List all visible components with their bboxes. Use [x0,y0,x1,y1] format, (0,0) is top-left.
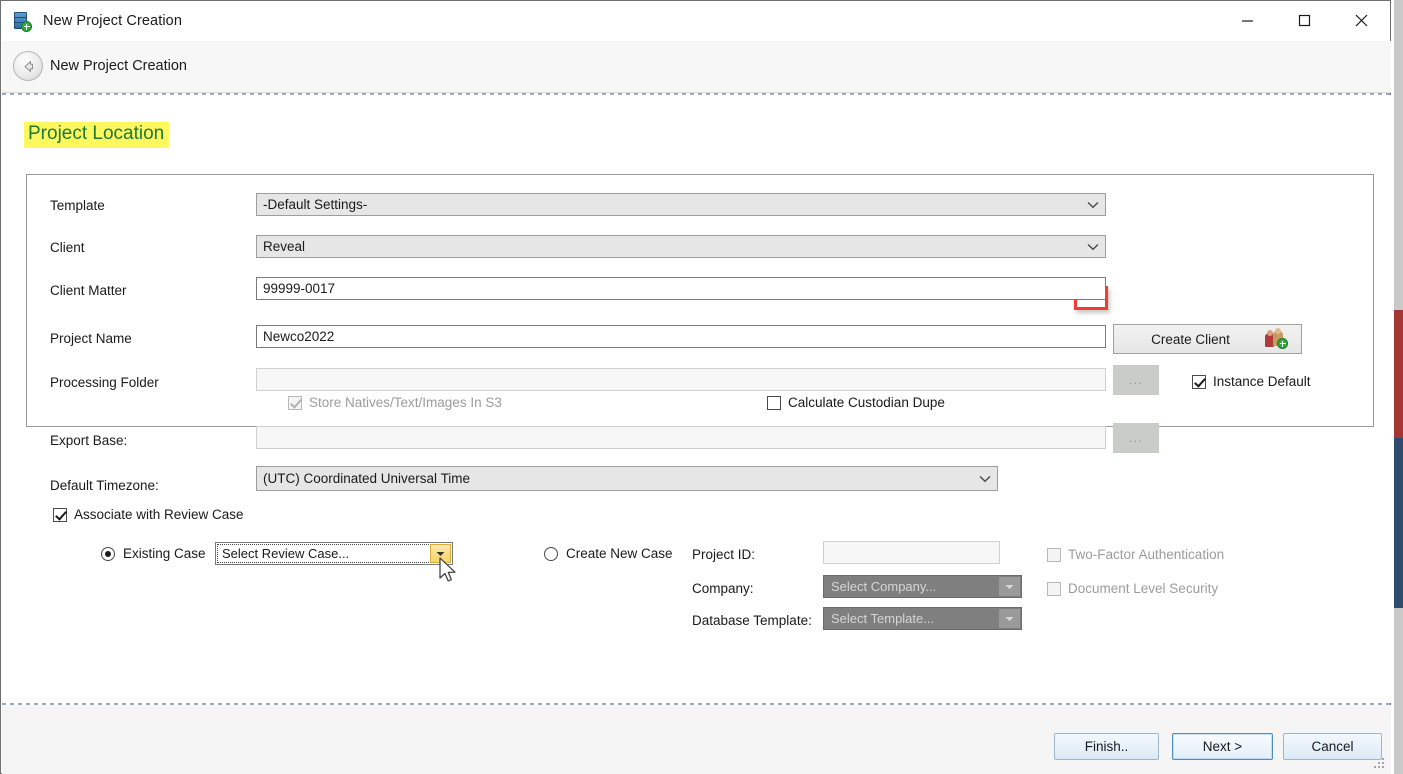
document-level-security-label: Document Level Security [1068,581,1219,596]
cancel-button[interactable]: Cancel [1283,733,1382,760]
wizard-content: Project Location Template -Default Setti… [2,95,1391,703]
default-timezone-label: Default Timezone: [50,478,159,493]
two-factor-authentication-checkbox[interactable]: Two-Factor Authentication [1047,547,1224,562]
create-client-label: Create Client [1151,331,1230,347]
project-id-label: Project ID: [692,547,756,562]
page-title: Project Location [24,122,170,148]
background-window-sliver [1394,0,1403,774]
new-project-database-icon [12,10,34,32]
chevron-down-icon [999,577,1020,596]
instance-default-checkbox[interactable]: Instance Default [1192,374,1311,389]
add-users-icon [1265,328,1288,349]
finish-button[interactable]: Finish.. [1054,733,1159,760]
review-case-select[interactable]: Select Review Case... [215,542,453,565]
next-label: Next > [1202,739,1243,754]
instance-default-label: Instance Default [1213,374,1311,389]
radio-icon [544,546,558,561]
project-name-value: Newco2022 [263,329,335,344]
client-combo[interactable]: Reveal [256,235,1106,258]
title-bar: New Project Creation [1,1,1390,41]
checkbox-icon [1047,547,1061,562]
app-screenshot: New Project Creation New Project Creatio… [0,0,1403,774]
calculate-custodian-dupe-checkbox[interactable]: Calculate Custodian Dupe [767,395,945,410]
minimize-button[interactable] [1219,1,1276,40]
database-template-value: Select Template... [831,611,935,626]
client-value: Reveal [263,239,306,254]
maximize-button[interactable] [1276,1,1333,40]
checkbox-icon [288,395,302,410]
client-matter-value: 99999-0017 [263,281,336,296]
wizard-footer: Finish.. Next > Cancel [2,705,1391,774]
browse-ellipsis-label: ... [1128,430,1144,445]
client-matter-input[interactable]: 99999-0017 [256,277,1106,300]
mouse-cursor [438,557,458,585]
create-new-case-label: Create New Case [566,546,673,561]
existing-case-label: Existing Case [123,546,206,561]
back-arrow-icon[interactable] [13,51,43,81]
database-template-label: Database Template: [692,613,812,628]
template-label: Template [50,198,105,213]
company-label: Company: [692,581,754,596]
new-project-creation-window: New Project Creation New Project Creatio… [0,0,1391,774]
database-template-combo[interactable]: Select Template... [823,607,1022,630]
associate-review-case-label: Associate with Review Case [74,507,244,522]
checkbox-icon [1047,581,1061,596]
checkbox-icon [767,395,781,410]
finish-label: Finish.. [1084,739,1129,754]
company-combo[interactable]: Select Company... [823,575,1022,598]
export-base-input[interactable] [256,426,1106,449]
processing-folder-input[interactable] [256,368,1106,391]
project-id-input[interactable] [823,541,1000,564]
export-base-browse-button[interactable]: ... [1113,423,1159,453]
chevron-down-icon [1086,198,1100,212]
processing-folder-label: Processing Folder [50,375,159,390]
template-combo[interactable]: -Default Settings- [256,193,1106,216]
browse-ellipsis-label: ... [1128,372,1144,387]
resize-grip-icon[interactable] [1374,758,1386,770]
client-label: Client [50,240,85,255]
calculate-custodian-dupe-label: Calculate Custodian Dupe [788,395,945,410]
default-timezone-value: (UTC) Coordinated Universal Time [263,471,471,486]
checkbox-icon [53,507,67,522]
document-level-security-checkbox[interactable]: Document Level Security [1047,581,1218,596]
associate-review-case-checkbox[interactable]: Associate with Review Case [53,507,244,522]
store-natives-checkbox[interactable]: Store Natives/Text/Images In S3 [288,395,502,410]
close-button[interactable] [1333,1,1390,40]
company-value: Select Company... [831,579,937,594]
window-controls [1219,1,1390,40]
chevron-down-icon [978,472,992,486]
chevron-down-icon [1086,240,1100,254]
radio-icon [101,546,115,561]
cancel-label: Cancel [1311,739,1354,754]
default-timezone-combo[interactable]: (UTC) Coordinated Universal Time [256,466,998,491]
wizard-nav-header: New Project Creation 2 [2,41,1391,121]
processing-folder-browse-button[interactable]: ... [1113,365,1159,395]
project-name-label: Project Name [50,331,132,346]
template-value: -Default Settings- [263,197,368,212]
next-button[interactable]: Next > [1172,733,1273,760]
export-base-label: Export Base: [50,433,128,448]
project-name-input[interactable]: Newco2022 [256,325,1106,348]
checkbox-icon [1192,374,1206,389]
chevron-down-icon [999,609,1020,628]
review-case-value: Select Review Case... [222,546,350,561]
client-matter-label: Client Matter [50,283,127,298]
window-title: New Project Creation [43,13,182,29]
create-new-case-radio[interactable]: Create New Case [544,546,673,561]
wizard-nav-title: New Project Creation [50,58,187,74]
existing-case-radio[interactable]: Existing Case [101,546,206,561]
two-factor-authentication-label: Two-Factor Authentication [1068,547,1225,562]
create-client-button[interactable]: Create Client [1113,324,1302,354]
store-natives-label: Store Natives/Text/Images In S3 [309,395,502,410]
